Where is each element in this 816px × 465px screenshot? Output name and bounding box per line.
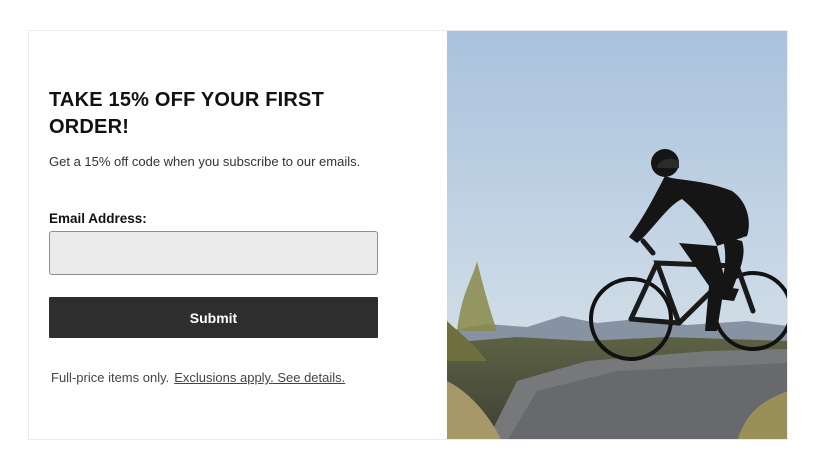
cyclist-photo [446,31,787,439]
headline: TAKE 15% OFF YOUR FIRST ORDER! [49,89,325,138]
exclusions-link[interactable]: Exclusions apply. See details. [174,370,345,385]
email-label: Email Address: [49,211,147,226]
subtext: Get a 15% off code when you subscribe to… [49,154,361,169]
submit-button[interactable]: Submit [49,297,378,338]
signup-form-panel: TAKE 15% OFF YOUR FIRST ORDER! Get a 15%… [29,31,447,439]
signup-modal: TAKE 15% OFF YOUR FIRST ORDER! Get a 15%… [28,30,788,440]
footnote-text: Full-price items only. [51,370,170,385]
footnote: Full-price items only. Exclusions apply. … [51,370,345,385]
hero-image [446,31,787,439]
email-field[interactable] [49,231,378,275]
